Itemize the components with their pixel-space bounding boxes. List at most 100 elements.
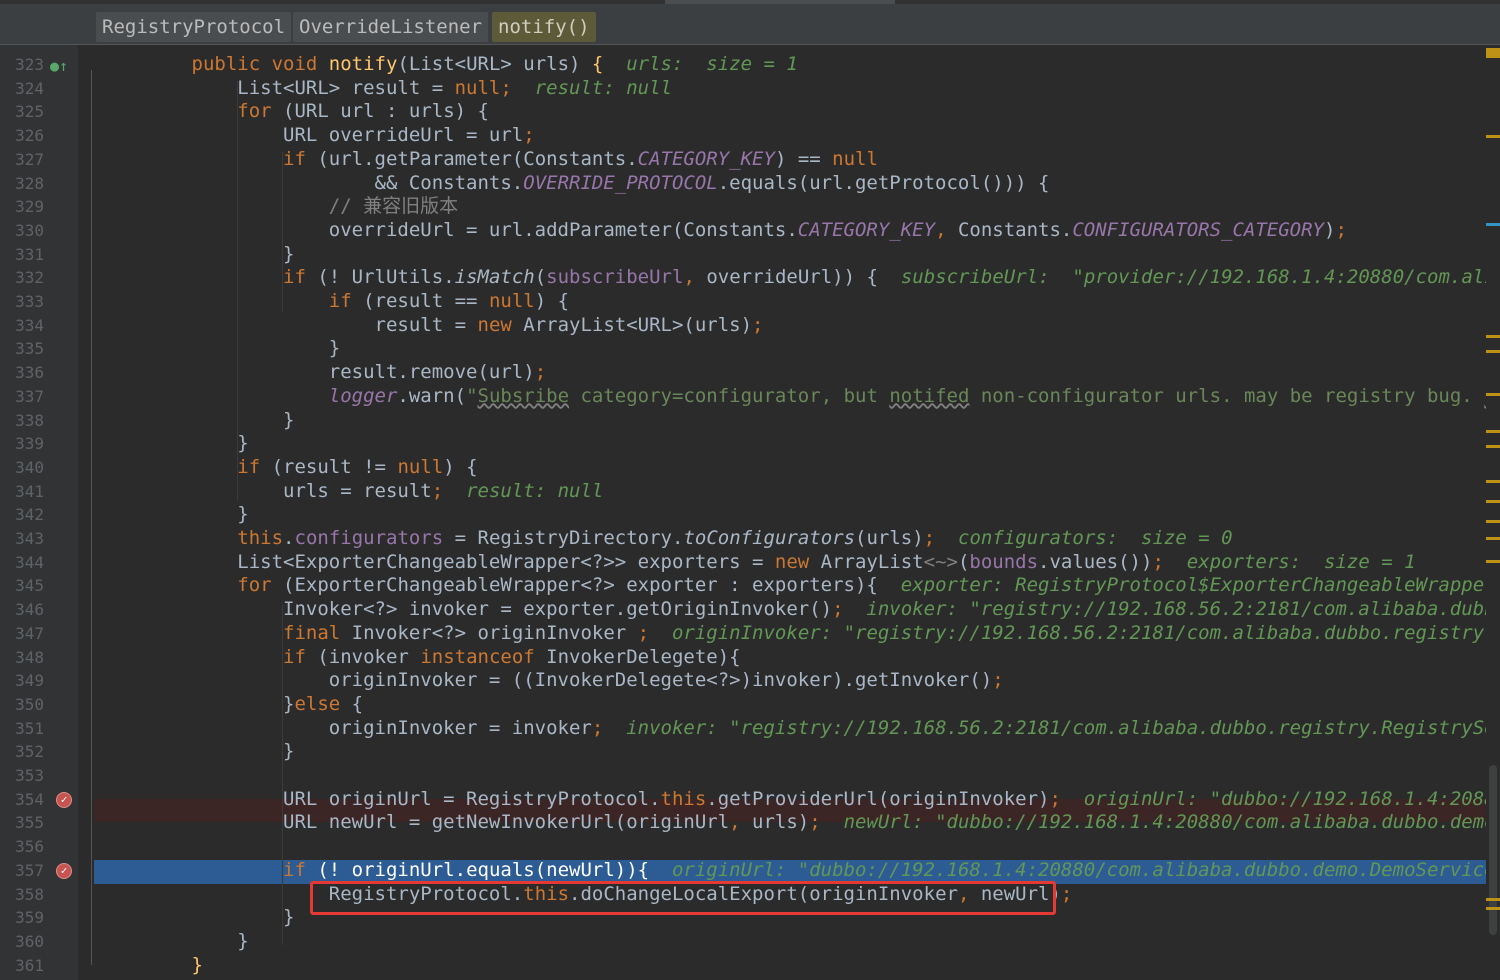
line-number[interactable]: 338 [0, 409, 44, 432]
code-line[interactable]: }else { [94, 693, 1486, 716]
code-line[interactable]: List<URL> result = null; result: null [94, 77, 1486, 100]
line-number[interactable]: 325 [0, 100, 44, 123]
line-number[interactable]: 327 [0, 148, 44, 171]
code-line[interactable]: } [94, 337, 1486, 360]
code-line[interactable]: for (URL url : urls) { [94, 100, 1486, 123]
code-line[interactable]: if (url.getParameter(Constants.CATEGORY_… [94, 148, 1486, 171]
code-line[interactable]: if (invoker instanceof InvokerDelegete){ [94, 646, 1486, 669]
warning-marker[interactable] [1486, 135, 1500, 138]
line-number[interactable]: 336 [0, 361, 44, 384]
line-number[interactable]: 347 [0, 622, 44, 645]
code-line[interactable]: final Invoker<?> originInvoker ; originI… [94, 622, 1486, 645]
line-number[interactable]: 358 [0, 883, 44, 906]
warning-marker[interactable] [1486, 500, 1500, 503]
code-editor[interactable]: public void notify(List<URL> urls) { url… [94, 45, 1486, 980]
warning-marker[interactable] [1486, 898, 1500, 901]
code-line[interactable]: result = new ArrayList<URL>(urls); [94, 314, 1486, 337]
code-line[interactable]: urls = result; result: null [94, 480, 1486, 503]
code-line[interactable]: if (! originUrl.equals(newUrl)){ originU… [94, 859, 1486, 882]
code-line[interactable]: originInvoker = invoker; invoker: "regis… [94, 717, 1486, 740]
code-line[interactable]: // 兼容旧版本 [94, 195, 1486, 218]
line-number[interactable]: 350 [0, 693, 44, 716]
breadcrumb-notify-method[interactable]: notify() [492, 12, 596, 42]
line-number[interactable]: 360 [0, 930, 44, 953]
code-line[interactable] [94, 764, 1486, 787]
code-line[interactable]: if (result != null) { [94, 456, 1486, 479]
code-line[interactable]: this.configurators = RegistryDirectory.t… [94, 527, 1486, 550]
warning-marker[interactable] [1486, 350, 1500, 353]
warning-marker[interactable] [1486, 430, 1500, 433]
line-number[interactable]: 355 [0, 811, 44, 834]
code-line[interactable]: for (ExporterChangeableWrapper<?> export… [94, 574, 1486, 597]
breadcrumb-registry-protocol[interactable]: RegistryProtocol [96, 12, 292, 42]
line-number[interactable]: 335 [0, 337, 44, 360]
line-number[interactable]: 357 [0, 859, 44, 882]
warning-marker[interactable] [1486, 393, 1500, 396]
line-number[interactable]: 324 [0, 77, 44, 100]
line-number[interactable]: 348 [0, 646, 44, 669]
code-line[interactable]: URL newUrl = getNewInvokerUrl(originUrl,… [94, 811, 1486, 834]
code-line[interactable]: } [94, 432, 1486, 455]
line-number[interactable]: 328 [0, 172, 44, 195]
line-number[interactable]: 341 [0, 480, 44, 503]
line-number[interactable]: 330 [0, 219, 44, 242]
warning-marker[interactable] [1486, 335, 1500, 338]
code-line[interactable]: result.remove(url); [94, 361, 1486, 384]
line-number[interactable]: 332 [0, 266, 44, 289]
breadcrumb-override-listener[interactable]: OverrideListener [293, 12, 489, 42]
line-number[interactable]: 346 [0, 598, 44, 621]
code-line[interactable]: URL overrideUrl = url; [94, 124, 1486, 147]
code-line[interactable]: originInvoker = ((InvokerDelegete<?>)inv… [94, 669, 1486, 692]
line-number[interactable]: 323 [0, 53, 44, 76]
line-number[interactable]: 334 [0, 314, 44, 337]
code-line[interactable]: } [94, 409, 1486, 432]
line-number[interactable]: 352 [0, 740, 44, 763]
line-number[interactable]: 354 [0, 788, 44, 811]
line-number[interactable]: 339 [0, 432, 44, 455]
code-line[interactable]: URL originUrl = RegistryProtocol.this.ge… [94, 788, 1486, 811]
line-number[interactable]: 342 [0, 503, 44, 526]
line-number[interactable]: 359 [0, 906, 44, 929]
info-marker[interactable] [1486, 223, 1500, 226]
code-line[interactable]: } [94, 243, 1486, 266]
warning-marker[interactable] [1486, 560, 1500, 563]
line-number[interactable]: 353 [0, 764, 44, 787]
warning-marker[interactable] [1486, 48, 1500, 58]
code-line[interactable]: } [94, 954, 1486, 977]
line-number[interactable]: 337 [0, 385, 44, 408]
line-number[interactable]: 326 [0, 124, 44, 147]
line-number[interactable]: 340 [0, 456, 44, 479]
vertical-scrollbar[interactable] [1486, 45, 1500, 980]
warning-marker[interactable] [1486, 520, 1500, 523]
code-line[interactable]: overrideUrl = url.addParameter(Constants… [94, 219, 1486, 242]
line-number[interactable]: 351 [0, 717, 44, 740]
code-line[interactable]: && Constants.OVERRIDE_PROTOCOL.equals(ur… [94, 172, 1486, 195]
code-line[interactable]: } [94, 930, 1486, 953]
code-line[interactable]: Invoker<?> invoker = exporter.getOriginI… [94, 598, 1486, 621]
code-line[interactable]: public void notify(List<URL> urls) { url… [94, 53, 1486, 76]
line-number[interactable]: 345 [0, 574, 44, 597]
line-number[interactable]: 349 [0, 669, 44, 692]
warning-marker[interactable] [1486, 480, 1500, 483]
code-line[interactable]: } [94, 503, 1486, 526]
line-number[interactable]: 344 [0, 551, 44, 574]
line-number[interactable]: 333 [0, 290, 44, 313]
line-number[interactable]: 331 [0, 243, 44, 266]
code-line[interactable]: logger.warn("Subsribe category=configura… [94, 385, 1486, 408]
breakpoint-icon[interactable]: ✓ [56, 862, 72, 879]
line-number[interactable]: 361 [0, 954, 44, 977]
code-line[interactable] [94, 835, 1486, 858]
warning-marker[interactable] [1486, 537, 1500, 540]
code-line[interactable]: if (result == null) { [94, 290, 1486, 313]
warning-marker[interactable] [1486, 445, 1500, 448]
code-line[interactable]: if (! UrlUtils.isMatch(subscribeUrl, ove… [94, 266, 1486, 289]
code-token: ; [1060, 882, 1073, 905]
breakpoint-icon[interactable]: ✓ [56, 791, 72, 808]
code-line[interactable]: } [94, 740, 1486, 763]
line-number[interactable]: 329 [0, 195, 44, 218]
code-line[interactable]: List<ExporterChangeableWrapper<?>> expor… [94, 551, 1486, 574]
warning-marker[interactable] [1486, 907, 1500, 910]
line-number[interactable]: 356 [0, 835, 44, 858]
line-number[interactable]: 343 [0, 527, 44, 550]
override-method-icon[interactable]: ●↑ [50, 57, 68, 75]
